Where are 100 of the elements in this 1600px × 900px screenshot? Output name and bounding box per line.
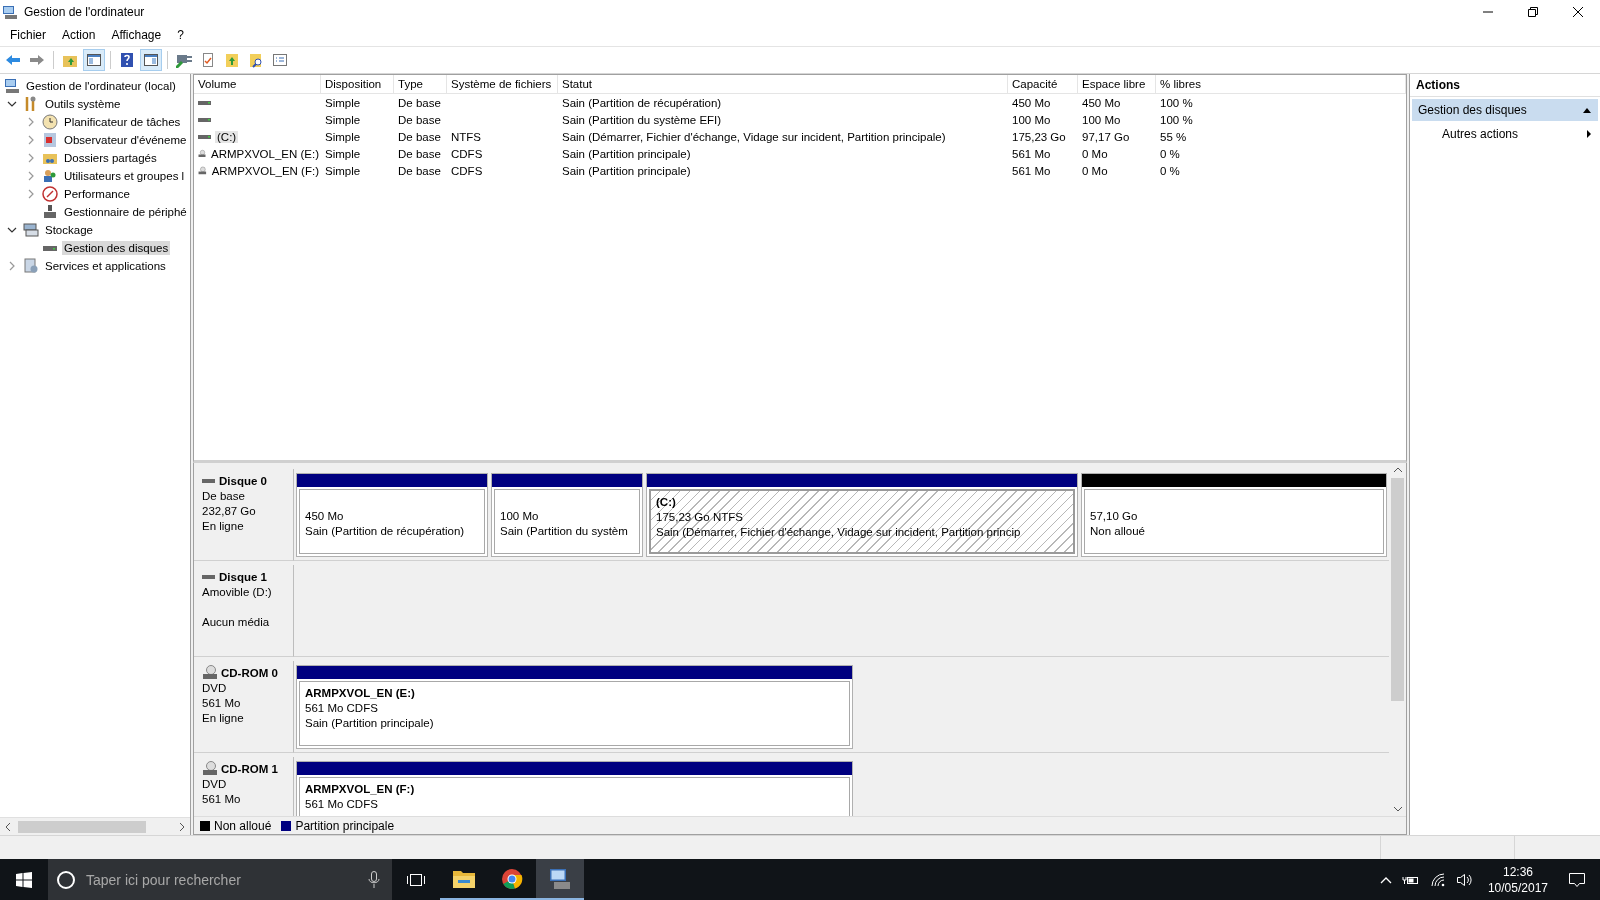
tree-item[interactable]: Gestion des disques [62,241,171,255]
disk-status: En ligne [202,711,245,726]
chevron-up-icon[interactable] [1379,875,1392,884]
column-header[interactable]: Type [394,75,447,93]
panel-icon [86,52,102,68]
partition[interactable]: ARMPXVOL_EN (F:) 561 Mo CDFS [296,761,853,816]
chevron-down-icon[interactable] [7,225,17,235]
clock-time[interactable]: 12:36 [1502,863,1533,880]
table-cell: 561 Mo [1012,147,1051,160]
tree-item[interactable]: Dossiers partagés [62,151,159,165]
toolbar-button[interactable] [140,49,162,71]
menu-item[interactable]: ? [169,26,192,44]
partition-size: 561 Mo CDFS [305,797,379,812]
column-header[interactable]: Capacité [1008,75,1078,93]
gauge-icon [42,186,58,202]
task-view-icon [406,871,426,888]
tree-item[interactable]: Planificateur de tâches [62,115,183,129]
legend-label: Non alloué [214,818,272,833]
partition[interactable]: (C:) 175,23 Go NTFS Sain (Démarrer, Fichier d'échange, Vidage sur incident, Partition princip [646,473,1078,557]
chevron-right-icon[interactable] [26,153,36,163]
table-cell: Simple [325,130,361,143]
table-cell: De base [398,164,441,177]
taskbar-app[interactable] [536,859,584,900]
scroll-right-icon[interactable] [178,821,186,832]
scrollbar-thumb[interactable] [18,820,146,833]
column-header[interactable]: Système de fichiers [447,75,558,93]
partition[interactable]: 100 Mo Sain (Partition du systèm [491,473,643,557]
scrollbar[interactable] [0,817,190,835]
column-header[interactable]: % libres [1156,75,1406,93]
export-icon [224,52,240,68]
menu-item[interactable]: Fichier [2,26,54,44]
table-cell: Simple [325,147,361,160]
collapse-icon[interactable] [1582,106,1592,114]
table-cell: 0 Mo [1082,164,1108,177]
computer-icon [4,78,20,94]
partition[interactable]: ARMPXVOL_EN (E:) 561 Mo CDFS Sain (Partition principale) [296,665,853,749]
column-header[interactable]: Disposition [321,75,394,93]
tree-item[interactable]: Outils système [43,97,123,111]
search-field[interactable]: Taper ici pour rechercher [84,870,360,889]
taskbar-search[interactable]: Taper ici pour rechercher [48,859,392,900]
partition-size: 175,23 Go NTFS [656,510,744,525]
services-icon [23,258,39,274]
clock-date[interactable]: 10/05/2017 [1487,879,1548,896]
partition[interactable]: 57,10 Go Non alloué [1081,473,1387,557]
chevron-right-icon[interactable] [26,117,36,127]
volume-icon[interactable] [1455,872,1474,887]
chevron-right-icon[interactable] [26,171,36,181]
table-cell: 0 % [1160,147,1180,160]
scroll-up-icon[interactable] [1392,466,1403,474]
actions-header: Actions [1410,74,1600,97]
disk-type: De base [202,489,246,504]
cd-drive-icon [202,761,218,777]
menu-item[interactable]: Affichage [103,26,170,44]
scrollbar-thumb[interactable] [1391,478,1404,701]
disk-size: 561 Mo [202,696,242,711]
tree-item[interactable]: Observateur d'événeme [62,133,189,147]
chevron-right-icon[interactable] [26,189,36,199]
notifications-icon[interactable] [1568,871,1586,888]
table-cell: (C:) [215,130,239,143]
tree-item[interactable]: Utilisateurs et groupes l [62,169,187,183]
table-cell: 97,17 Go [1082,130,1130,143]
partition[interactable]: 450 Mo Sain (Partition de récupération) [296,473,488,557]
column-header[interactable]: Statut [558,75,1008,93]
table-cell: De base [398,113,441,126]
close-icon [1571,6,1584,18]
scroll-down-icon[interactable] [1392,805,1403,813]
tree-item[interactable]: Services et applications [43,259,168,273]
partition-status: Sain (Démarrer, Fichier d'échange, Vidage sur incident, Partition princip [656,525,1022,540]
toolbar-button[interactable] [83,49,105,71]
wifi-icon[interactable] [1429,872,1446,887]
partition-status: Sain (Partition de récupération) [305,524,466,539]
chevron-down-icon[interactable] [7,99,17,109]
table-cell: Simple [325,164,361,177]
table-cell: 100 % [1160,96,1193,109]
tree-item[interactable]: Gestion de l'ordinateur (local) [24,79,178,93]
partition-status: Sain (Partition du systèm [500,524,629,539]
partition-size: 561 Mo CDFS [305,701,379,716]
table-cell: Simple [325,113,361,126]
scroll-left-icon[interactable] [4,821,12,832]
table-cell: Sain (Démarrer, Fichier d'échange, Vidage sur incident, Partition principale) [562,130,946,143]
restore-icon [1526,6,1539,18]
window-title: Gestion de l'ordinateur [24,5,145,19]
tree-item[interactable]: Performance [62,187,132,201]
menu-item[interactable]: Action [54,26,104,44]
help-icon [119,52,135,68]
windows-icon [16,871,32,888]
chevron-right-icon[interactable] [26,135,36,145]
actions-section[interactable]: Gestion des disques [1412,99,1598,121]
action-item[interactable]: Autres actions [1442,127,1519,141]
tree-item[interactable]: Gestionnaire de périphé [62,205,189,219]
column-header[interactable]: Espace libre [1078,75,1156,93]
column-header[interactable]: Volume [194,75,321,93]
drive-icon [198,132,212,141]
panel-icon [143,52,159,68]
find-icon [248,52,264,68]
table-cell: 450 Mo [1082,96,1121,109]
tree-item[interactable]: Stockage [43,223,95,237]
table-cell: 0 Mo [1082,147,1108,160]
chevron-right-icon[interactable] [7,261,17,271]
microphone-icon[interactable] [368,870,380,889]
